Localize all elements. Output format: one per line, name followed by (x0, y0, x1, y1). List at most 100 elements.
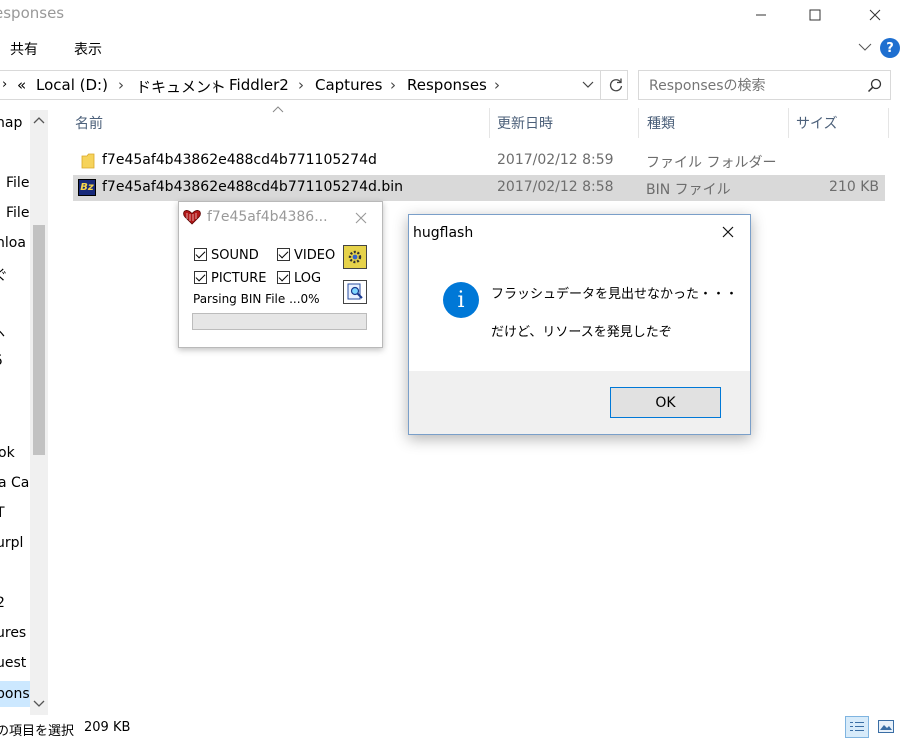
parsing-status: Parsing BIN File ...0% (193, 292, 320, 306)
close-icon (869, 9, 881, 21)
checkbox-sound[interactable] (194, 248, 207, 261)
ok-button-label: OK (655, 394, 676, 411)
tab-share[interactable]: 共有 (10, 39, 38, 59)
column-header-date[interactable]: 更新日時 (497, 113, 553, 139)
option-picture-label: PICTURE (211, 271, 267, 286)
sidebar-item-responses[interactable]: pons (0, 681, 30, 707)
column-divider[interactable] (489, 108, 490, 138)
column-divider[interactable] (788, 108, 789, 138)
breadcrumb-local-d[interactable]: Local (D:) (36, 76, 108, 94)
chevron-right-icon[interactable]: › (212, 76, 218, 94)
chevron-down-icon[interactable] (858, 42, 872, 52)
close-window-button[interactable] (852, 0, 898, 30)
tab-view[interactable]: 表示 (74, 39, 102, 59)
status-selection: の項目を選択 (0, 724, 75, 739)
file-size: 210 KB (829, 179, 879, 195)
refresh-icon (609, 78, 622, 92)
file-name: f7e45af4b43862e488cd4b771105274d.bin (102, 179, 403, 195)
sidebar-item[interactable]: ヽ (0, 323, 8, 343)
ribbon (0, 30, 904, 66)
settings-button[interactable] (343, 245, 367, 269)
sidebar-item[interactable]: ぐ (0, 265, 8, 285)
hugflash-dialog: hugflash i フラッシュデータを見出せなかった・・・ だけど、リソースを… (408, 214, 751, 435)
option-log[interactable]: LOG (277, 271, 321, 286)
close-icon[interactable] (722, 226, 734, 238)
refresh-button[interactable] (600, 70, 630, 100)
option-sound[interactable]: SOUND (194, 248, 259, 263)
checkbox-log[interactable] (277, 271, 290, 284)
sidebar-item[interactable]: File (6, 205, 29, 221)
sort-ascending-icon (272, 106, 284, 113)
maximize-button[interactable] (792, 0, 838, 30)
file-date: 2017/02/12 8:59 (497, 152, 614, 168)
info-icon: i (443, 282, 479, 318)
column-divider[interactable] (638, 108, 639, 138)
breadcrumb-captures[interactable]: Captures (315, 76, 382, 94)
close-icon[interactable] (355, 212, 367, 224)
help-icon[interactable]: ? (880, 38, 900, 58)
title-bar: esponses (0, 0, 904, 30)
hugflash-window-title: f7e45af4b4386... (207, 209, 328, 225)
breadcrumb-responses[interactable]: Responses (407, 76, 487, 94)
file-name: f7e45af4b43862e488cd4b771105274d (102, 152, 377, 168)
checkbox-video[interactable] (277, 248, 290, 261)
breadcrumb-fiddler2[interactable]: Fiddler2 (229, 76, 289, 94)
sidebar-item[interactable]: a Ca (0, 475, 29, 491)
sidebar-item[interactable]: uest (0, 655, 26, 671)
status-bar: の項目を選択 209 KB (0, 712, 904, 742)
column-header-name[interactable]: 名前 (75, 113, 103, 139)
nav-scrollbar[interactable] (30, 110, 48, 715)
option-video[interactable]: VIDEO (277, 248, 335, 263)
magnifier-document-icon (347, 283, 363, 300)
chevron-right-icon[interactable]: › (118, 76, 124, 94)
option-video-label: VIDEO (294, 248, 336, 263)
file-type: ファイル フォルダー (646, 155, 777, 171)
hugflash-app-icon (183, 210, 201, 225)
option-picture[interactable]: PICTURE (194, 271, 266, 286)
column-divider[interactable] (888, 108, 889, 138)
folder-icon (81, 153, 95, 169)
sidebar-item[interactable]: T (0, 505, 5, 521)
column-header-size[interactable]: サイズ (796, 113, 838, 139)
sidebar-item[interactable]: ures (0, 625, 26, 641)
hugflash-window: f7e45af4b4386... SOUND VIDEO PICTURE LOG… (178, 201, 383, 348)
details-view-icon (850, 722, 864, 731)
chevron-up-icon[interactable] (33, 116, 45, 124)
dialog-message-line-2: だけど、リソースを発見したぞ (491, 325, 672, 340)
window-title: esponses (0, 4, 65, 22)
chevron-down-icon[interactable] (582, 80, 594, 90)
search-input[interactable] (647, 76, 861, 96)
large-icons-view-button[interactable] (874, 716, 898, 738)
sidebar-item[interactable]: 2 (0, 595, 5, 611)
file-date: 2017/02/12 8:58 (497, 179, 614, 195)
sidebar-item[interactable]: ok (0, 445, 15, 461)
ok-button[interactable]: OK (610, 387, 721, 418)
chevron-down-icon[interactable] (33, 700, 45, 708)
sidebar-item[interactable]: urpl (0, 535, 23, 551)
file-row[interactable]: f7e45af4b43862e488cd4b771105274d 2017/02… (73, 148, 885, 174)
option-log-label: LOG (294, 271, 322, 286)
maximize-icon (809, 9, 821, 21)
nav-scrollbar-thumb[interactable] (33, 225, 45, 455)
chevron-right-icon[interactable]: › (494, 76, 500, 94)
details-view-button[interactable] (845, 716, 869, 738)
chevron-right-icon[interactable]: › (390, 76, 396, 94)
sidebar-item[interactable]: 5 (0, 353, 3, 369)
column-header-type[interactable]: 種類 (647, 113, 675, 139)
file-row-selected[interactable]: Bz f7e45af4b43862e488cd4b771105274d.bin … (73, 175, 885, 201)
gear-icon (348, 250, 362, 264)
search-icon (867, 78, 882, 93)
bz-file-icon: Bz (78, 179, 96, 196)
chevron-right-icon: › (2, 77, 8, 92)
search-box[interactable] (638, 70, 891, 100)
breadcrumb-overflow[interactable]: « (17, 76, 26, 94)
file-type: BIN ファイル (646, 182, 731, 198)
minimize-icon (756, 14, 766, 16)
sidebar-item[interactable]: File (6, 175, 29, 191)
sidebar-item[interactable]: nap (0, 115, 22, 131)
chevron-right-icon[interactable]: › (298, 76, 304, 94)
minimize-button[interactable] (738, 0, 784, 30)
sidebar-item[interactable]: nloa (0, 235, 26, 251)
checkbox-picture[interactable] (194, 271, 207, 284)
open-folder-button[interactable] (343, 280, 367, 304)
